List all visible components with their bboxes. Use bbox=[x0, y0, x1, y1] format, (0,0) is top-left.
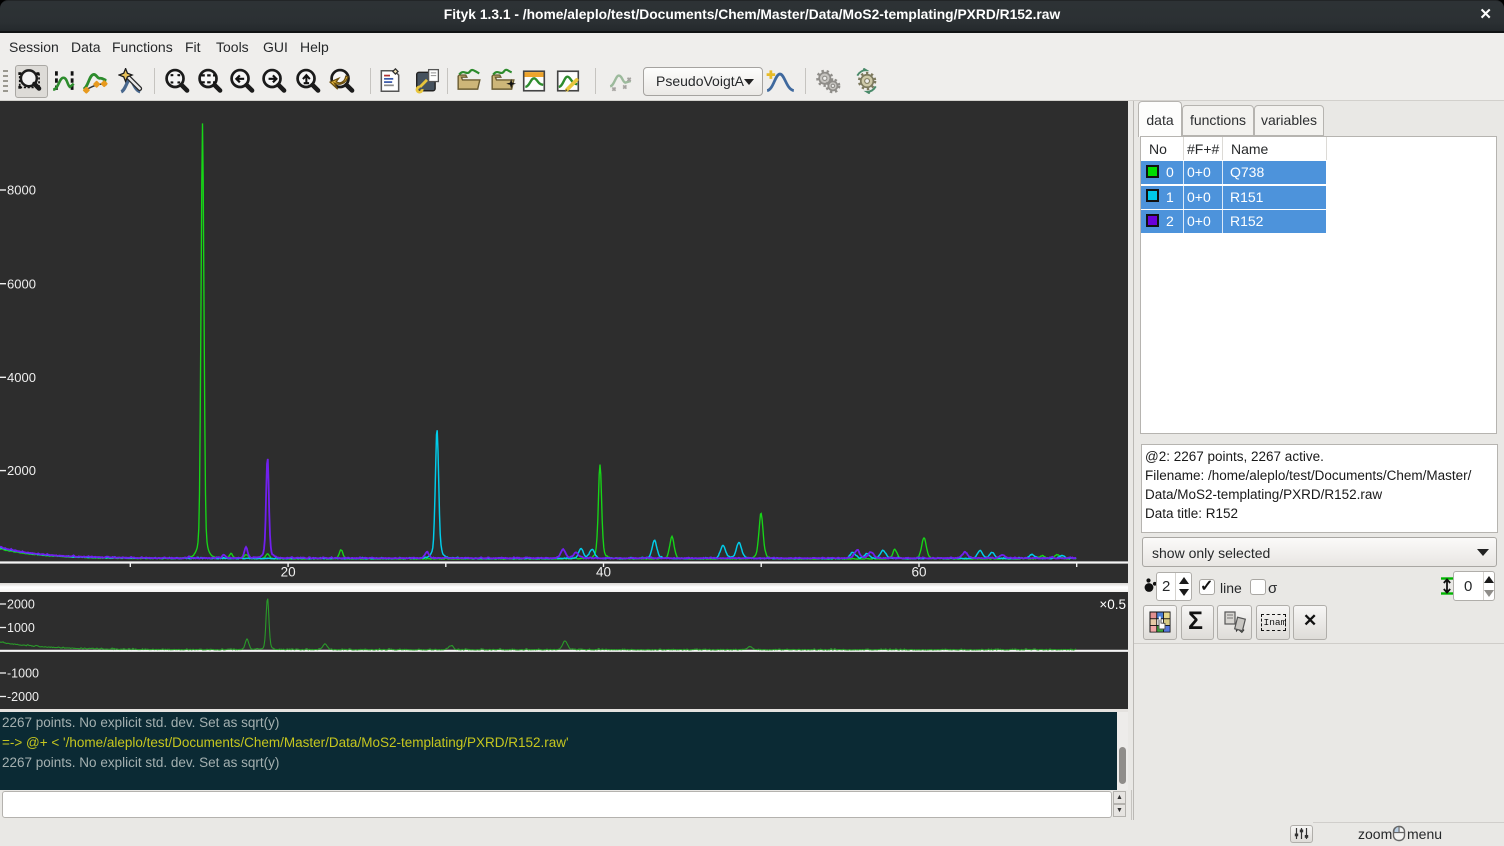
svg-text:40: 40 bbox=[596, 565, 611, 580]
svg-text:2000: 2000 bbox=[7, 597, 35, 611]
svg-text:60: 60 bbox=[911, 565, 926, 580]
svg-text:4000: 4000 bbox=[7, 370, 36, 385]
svg-text:2000: 2000 bbox=[7, 463, 36, 478]
svg-text:-2000: -2000 bbox=[7, 690, 39, 704]
svg-text:8000: 8000 bbox=[7, 183, 36, 198]
svg-text:×0.5: ×0.5 bbox=[1099, 597, 1126, 612]
svg-text:20: 20 bbox=[281, 565, 296, 580]
svg-text:1000: 1000 bbox=[7, 621, 35, 635]
svg-text:6000: 6000 bbox=[7, 276, 36, 291]
svg-text:-1000: -1000 bbox=[7, 666, 39, 680]
